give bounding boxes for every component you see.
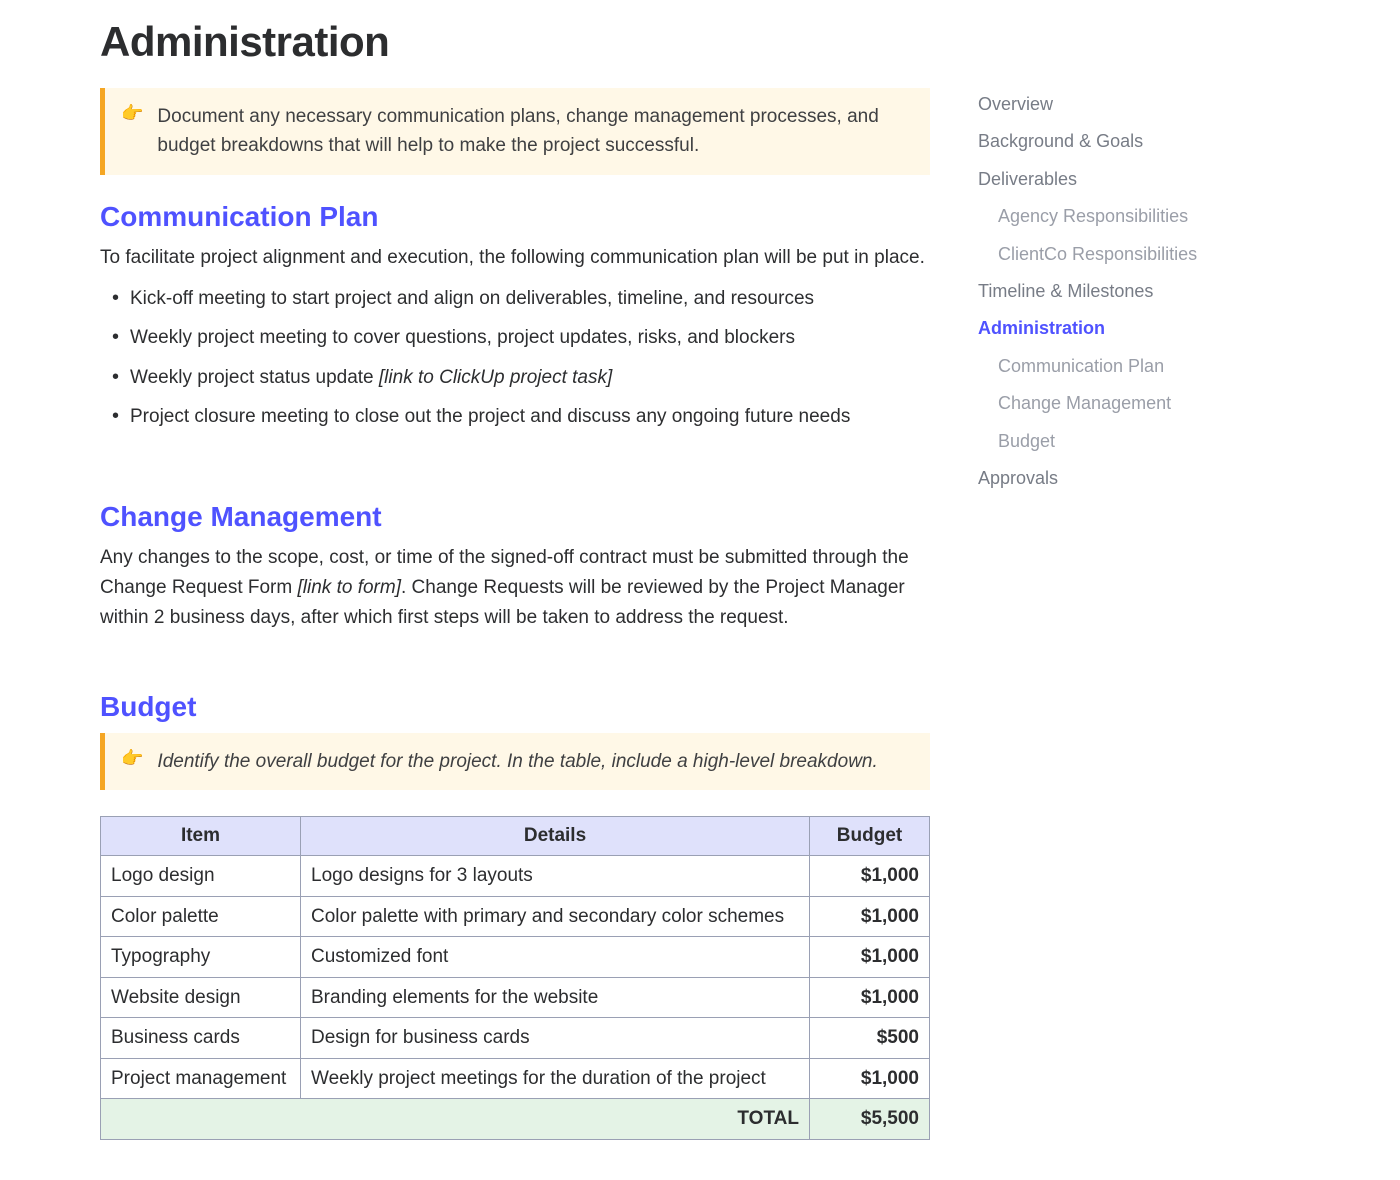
cell-details: Weekly project meetings for the duration… — [301, 1058, 810, 1099]
cell-item: Project management — [101, 1058, 301, 1099]
main-content: Administration 👉 Document any necessary … — [100, 18, 930, 1140]
cell-item: Website design — [101, 977, 301, 1018]
pointing-hand-icon: 👉 — [121, 102, 143, 161]
table-header-row: Item Details Budget — [101, 817, 930, 856]
cell-details: Logo designs for 3 layouts — [301, 856, 810, 897]
toc-item[interactable]: Budget — [978, 423, 1360, 460]
list-item: Kick-off meeting to start project and al… — [130, 279, 930, 318]
budget-callout: 👉 Identify the overall budget for the pr… — [100, 733, 930, 790]
toc-item[interactable]: Approvals — [978, 460, 1360, 497]
toc-item[interactable]: Communication Plan — [978, 348, 1360, 385]
cell-details: Customized font — [301, 937, 810, 978]
page-title: Administration — [100, 18, 930, 66]
list-item-text: Weekly project status update — [130, 367, 379, 388]
toc-item[interactable]: ClientCo Responsibilities — [978, 236, 1360, 273]
cell-item: Logo design — [101, 856, 301, 897]
toc-item[interactable]: Background & Goals — [978, 123, 1360, 160]
cell-details: Branding elements for the website — [301, 977, 810, 1018]
col-item: Item — [101, 817, 301, 856]
list-item: Weekly project status update [link to Cl… — [130, 358, 930, 397]
total-amount: $5,500 — [810, 1099, 930, 1140]
col-details: Details — [301, 817, 810, 856]
budget-callout-text: Identify the overall budget for the proj… — [157, 747, 912, 776]
admin-callout-text: Document any necessary communication pla… — [157, 102, 912, 161]
pointing-hand-icon: 👉 — [121, 747, 143, 776]
toc-item[interactable]: Deliverables — [978, 161, 1360, 198]
total-label: TOTAL — [101, 1099, 810, 1140]
cell-amount: $1,000 — [810, 1058, 930, 1099]
cell-details: Color palette with primary and secondary… — [301, 896, 810, 937]
toc-item[interactable]: Overview — [978, 86, 1360, 123]
cell-item: Color palette — [101, 896, 301, 937]
table-row: TypographyCustomized font$1,000 — [101, 937, 930, 978]
col-budget: Budget — [810, 817, 930, 856]
budget-total-row: TOTAL $5,500 — [101, 1099, 930, 1140]
cell-item: Business cards — [101, 1018, 301, 1059]
budget-table: Item Details Budget Logo designLogo desi… — [100, 816, 930, 1140]
clickup-link-placeholder[interactable]: [link to ClickUp project task] — [379, 367, 612, 388]
admin-callout: 👉 Document any necessary communication p… — [100, 88, 930, 175]
toc-item[interactable]: Agency Responsibilities — [978, 198, 1360, 235]
communication-plan-intro: To facilitate project alignment and exec… — [100, 243, 930, 273]
table-of-contents: OverviewBackground & GoalsDeliverablesAg… — [978, 18, 1360, 1140]
toc-item[interactable]: Administration — [978, 310, 1360, 347]
change-management-paragraph: Any changes to the scope, cost, or time … — [100, 543, 930, 633]
cell-amount: $1,000 — [810, 977, 930, 1018]
cell-amount: $1,000 — [810, 937, 930, 978]
table-row: Color paletteColor palette with primary … — [101, 896, 930, 937]
table-row: Website designBranding elements for the … — [101, 977, 930, 1018]
cell-details: Design for business cards — [301, 1018, 810, 1059]
cell-amount: $1,000 — [810, 896, 930, 937]
cell-amount: $500 — [810, 1018, 930, 1059]
table-row: Business cardsDesign for business cards$… — [101, 1018, 930, 1059]
table-row: Logo designLogo designs for 3 layouts$1,… — [101, 856, 930, 897]
cell-amount: $1,000 — [810, 856, 930, 897]
communication-plan-heading: Communication Plan — [100, 201, 930, 233]
budget-heading: Budget — [100, 691, 930, 723]
list-item: Project closure meeting to close out the… — [130, 397, 930, 436]
list-item: Weekly project meeting to cover question… — [130, 318, 930, 357]
change-management-heading: Change Management — [100, 501, 930, 533]
communication-plan-list: Kick-off meeting to start project and al… — [100, 279, 930, 437]
change-request-form-link[interactable]: [link to form] — [298, 577, 401, 598]
table-row: Project managementWeekly project meeting… — [101, 1058, 930, 1099]
cell-item: Typography — [101, 937, 301, 978]
toc-item[interactable]: Change Management — [978, 385, 1360, 422]
toc-item[interactable]: Timeline & Milestones — [978, 273, 1360, 310]
